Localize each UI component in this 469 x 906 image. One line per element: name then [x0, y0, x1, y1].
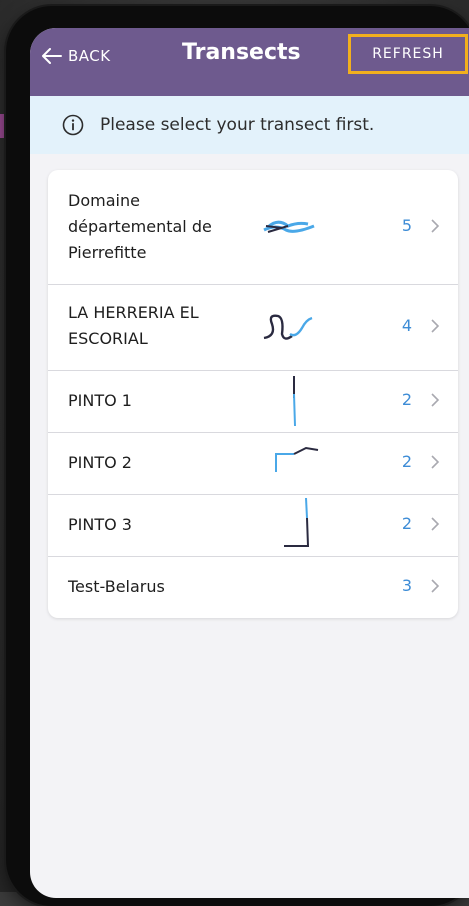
- transect-row[interactable]: PINTO 3 2: [48, 494, 458, 557]
- chevron-right-icon: [431, 219, 440, 233]
- transect-count: 5: [401, 216, 412, 235]
- transect-row[interactable]: Domaine départemental de Pierrefitte 5: [48, 170, 458, 285]
- transect-count: 2: [401, 514, 412, 533]
- name-line: LA HERRERIA EL: [68, 303, 199, 322]
- transect-shape-icon: [275, 446, 319, 472]
- chevron-right-icon: [431, 455, 440, 469]
- transect-shape-icon: [263, 314, 313, 340]
- info-circle-icon: [62, 114, 84, 136]
- name-line: Pierrefitte: [68, 243, 147, 262]
- arrow-left-icon: [42, 48, 62, 64]
- transect-count: 2: [401, 390, 412, 409]
- transect-row[interactable]: LA HERRERIA EL ESCORIAL 4: [48, 284, 458, 371]
- chevron-right-icon: [431, 319, 440, 333]
- transect-count: 3: [401, 576, 412, 595]
- transect-shape-icon: [293, 376, 296, 427]
- transect-name: Domaine départemental de Pierrefitte: [68, 188, 212, 266]
- chevron-right-icon: [431, 517, 440, 531]
- transect-name: PINTO 3: [68, 515, 132, 534]
- transect-name: PINTO 1: [68, 391, 132, 410]
- toolbar: BACK Transects REFRESH: [30, 28, 469, 96]
- transect-row[interactable]: PINTO 1 2: [48, 370, 458, 433]
- transect-shape-icon: [284, 497, 310, 547]
- back-label: BACK: [68, 47, 111, 65]
- phone-frame: BACK Transects REFRESH Please select you…: [6, 6, 469, 906]
- transect-count: 2: [401, 452, 412, 471]
- transect-name: Test-Belarus: [68, 577, 165, 596]
- refresh-button[interactable]: REFRESH: [348, 34, 468, 74]
- transect-name: PINTO 2: [68, 453, 132, 472]
- chevron-right-icon: [431, 579, 440, 593]
- name-line: ESCORIAL: [68, 329, 148, 348]
- transect-row[interactable]: Test-Belarus 3: [48, 556, 458, 618]
- info-banner: Please select your transect first.: [30, 96, 469, 154]
- transect-name: LA HERRERIA EL ESCORIAL: [68, 300, 199, 352]
- transect-count: 4: [401, 316, 412, 335]
- transect-list: Domaine départemental de Pierrefitte 5 L…: [48, 170, 458, 618]
- transect-row[interactable]: PINTO 2 2: [48, 432, 458, 495]
- back-button[interactable]: BACK: [42, 42, 111, 70]
- name-line: Domaine: [68, 191, 140, 210]
- page-title: Transects: [182, 40, 301, 65]
- chevron-right-icon: [431, 393, 440, 407]
- name-line: départemental de: [68, 217, 212, 236]
- app-screen: BACK Transects REFRESH Please select you…: [30, 28, 469, 898]
- transect-shape-icon: [263, 220, 315, 233]
- info-message: Please select your transect first.: [100, 115, 375, 135]
